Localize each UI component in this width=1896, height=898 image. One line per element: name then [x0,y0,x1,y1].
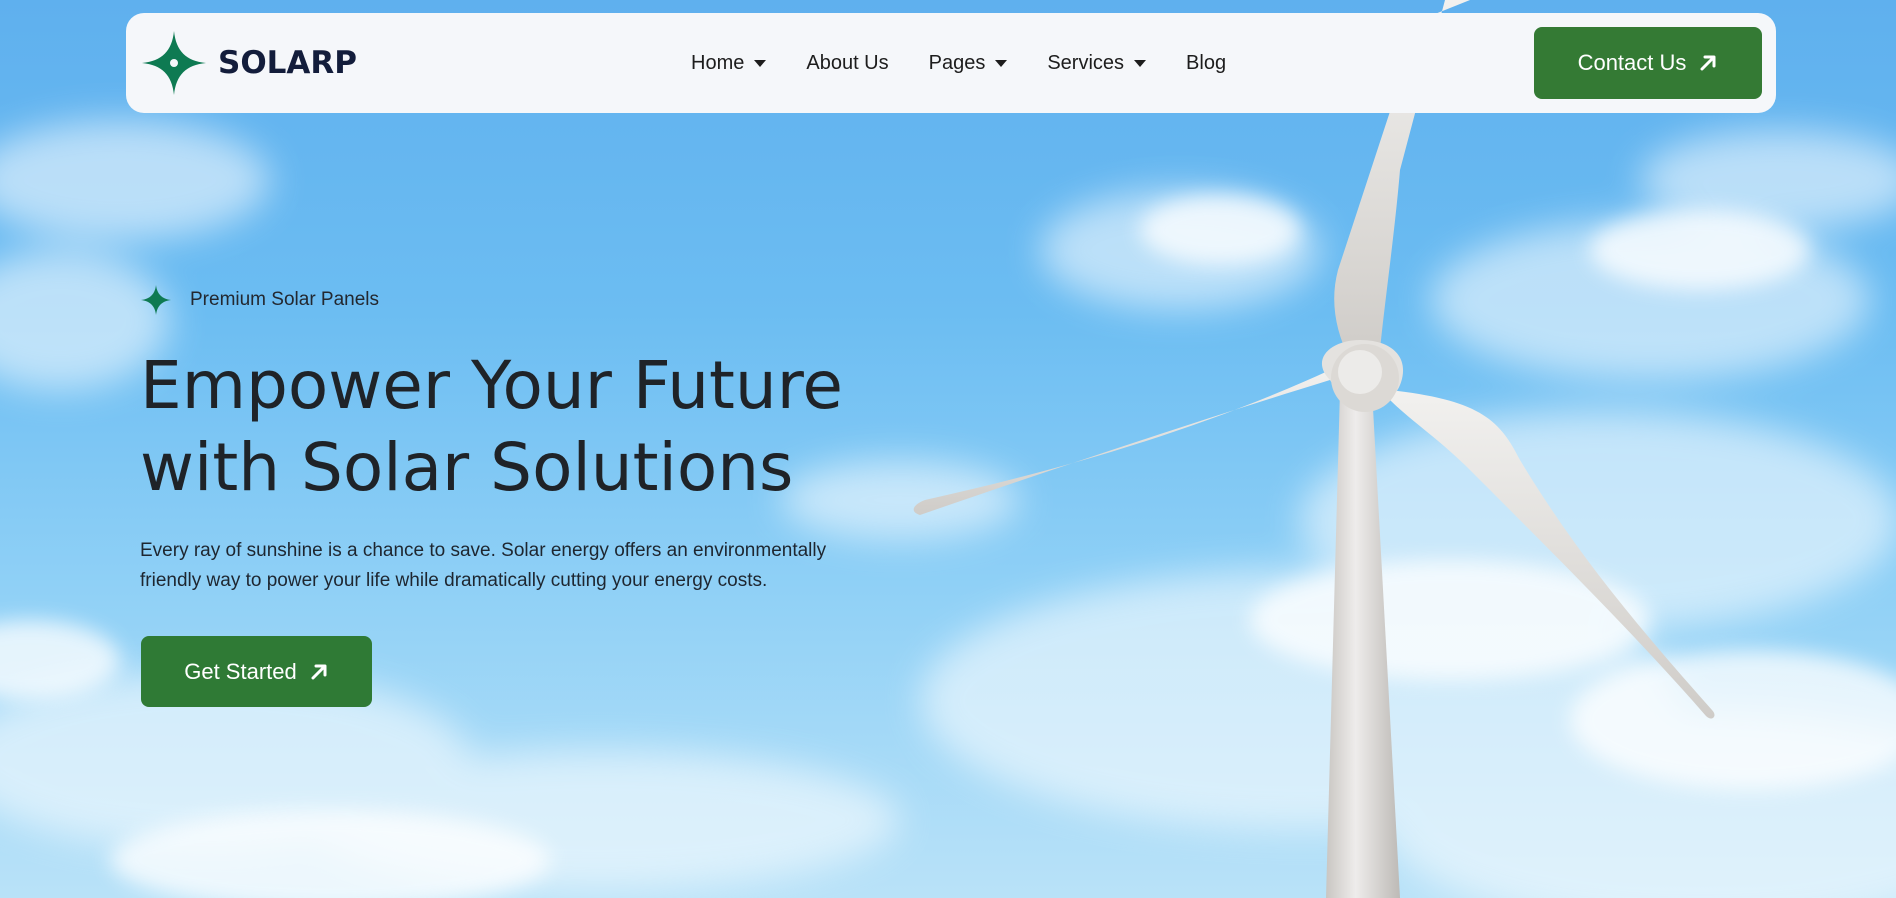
nav-item-blog[interactable]: Blog [1186,52,1226,75]
contact-us-button[interactable]: Contact Us [1534,27,1762,99]
navbar: SOLARP Home About Us Pages Services Blog… [126,13,1776,113]
nav-item-pages[interactable]: Pages [929,52,1008,75]
get-started-label: Get Started [184,658,297,684]
logo[interactable]: SOLARP [140,29,357,97]
nav-item-label: Blog [1186,51,1227,74]
hero-description: Every ray of sunshine is a chance to sav… [140,540,827,591]
arrow-up-right-icon [311,664,327,679]
caret-down-icon [995,59,1008,67]
nav-item-label: Home [691,51,745,74]
hero-eyebrow: Premium Solar Panels [140,284,379,316]
nav-item-label: About Us [806,51,889,74]
contact-us-label: Contact Us [1577,50,1687,75]
wind-turbine-image [913,0,1715,898]
nav-menu: Home About Us Pages Services Blog [691,13,1266,113]
nav-item-about-us[interactable]: About Us [806,52,888,75]
caret-down-icon [1134,59,1147,67]
nav-item-label: Services [1047,51,1125,74]
hero-title-line-1: Empower Your Future [140,347,844,424]
arrow-up-right-icon [1700,55,1716,71]
brand-name: SOLARP [218,45,358,81]
four-point-star-icon [141,285,171,315]
nav-item-services[interactable]: Services [1047,51,1147,75]
hero-title: Empower Your Future with Solar Solutions [140,345,900,509]
nav-item-home[interactable]: Home [691,51,767,75]
caret-down-icon [754,59,767,67]
hero-title-line-2: with Solar Solutions [140,429,794,506]
get-started-button[interactable]: Get Started [141,636,372,707]
four-point-star-icon [142,31,206,95]
eyebrow-text: Premium Solar Panels [190,289,380,310]
nav-item-label: Pages [928,51,986,74]
